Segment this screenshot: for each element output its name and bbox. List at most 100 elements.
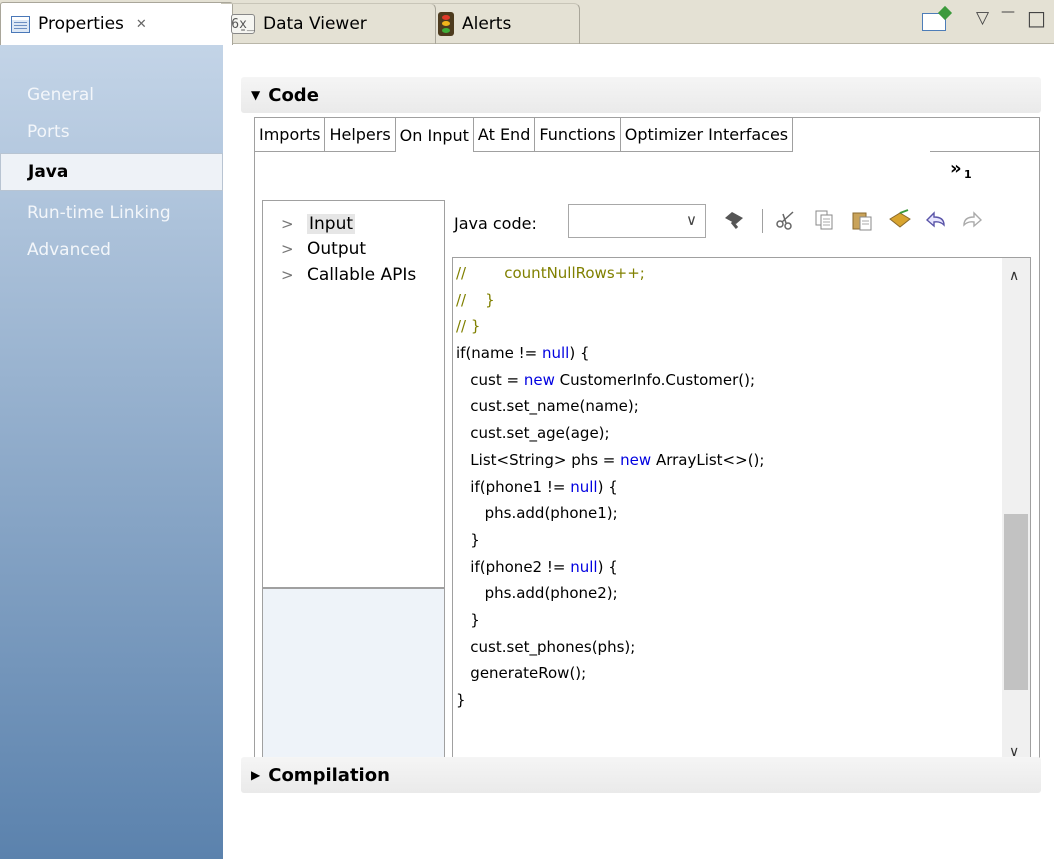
editor-toolbar [714,206,1024,236]
code-line: cust = new CustomerInfo.Customer(); [456,367,764,394]
tab-data-viewer[interactable]: 6̱x̲ Data Viewer [221,3,436,44]
code-token: ArrayList<>(); [651,450,765,469]
tree-item-label: Input [307,214,356,234]
code-line: } [456,527,764,554]
tab-helpers[interactable]: Helpers [325,118,396,152]
code-token: phs.add(phone1); [456,504,618,523]
tab-alerts-label: Alerts [462,14,512,34]
copy-icon[interactable] [812,208,836,232]
expand-arrow-icon[interactable]: > [281,240,299,258]
expand-icon[interactable]: ▶ [251,768,260,782]
redo-icon[interactable] [960,208,984,232]
sidebar-item-java[interactable]: Java [0,153,223,191]
code-token: new [620,450,652,469]
code-token: // } [456,317,481,336]
expand-arrow-icon[interactable]: > [281,266,299,284]
tab-properties[interactable]: Properties ✕ [0,2,233,45]
code-token: if(name != [456,344,542,363]
paste-icon[interactable] [850,208,874,232]
code-token: } [456,610,480,629]
java-code-editor[interactable]: // countNullRows++; // } // } if(name != nu… [452,257,1031,767]
code-line: if(phone2 != null) { [456,554,764,581]
tree-item-label: Callable APIs [307,265,417,285]
tab-alerts[interactable]: Alerts [428,3,580,44]
tree-item-output[interactable]: > Output [281,237,366,261]
code-line: phs.add(phone1); [456,500,764,527]
code-token: cust = [456,370,524,389]
view-tab-bar: Properties ✕ 6̱x̲ Data Viewer Alerts ▽ —… [0,0,1054,45]
cut-icon[interactable] [774,208,798,232]
scroll-up-icon[interactable]: ∧ [1009,268,1019,284]
code-token: } [456,530,480,549]
pin-view-icon[interactable] [922,13,946,31]
undo-icon[interactable] [924,208,948,232]
code-line: // } [456,287,764,314]
code-token: null [570,477,598,496]
traffic-light-icon [438,12,454,36]
code-section-title: Code [268,84,319,106]
collapse-icon[interactable]: ▼ [251,88,260,102]
sidebar-item-advanced[interactable]: Advanced [0,231,223,269]
code-line: // } [456,313,764,340]
code-line: // countNullRows++; [456,260,764,287]
data-viewer-icon: 6̱x̲ [231,14,255,34]
tree-item-input[interactable]: > Input [281,212,356,236]
properties-content: ▼ Code Imports Helpers On Input At End F… [223,45,1054,859]
java-code-select[interactable]: ∨ [568,204,706,238]
insert-template-icon[interactable] [888,208,912,232]
close-icon[interactable]: ✕ [136,17,147,32]
code-section-header[interactable]: ▼ Code [241,77,1041,113]
code-tabs: Imports Helpers On Input At End Function… [255,118,794,152]
sidebar-item-runtime-linking[interactable]: Run-time Linking [0,194,223,232]
maximize-icon[interactable]: □ [1027,6,1046,30]
code-token: ) { [597,477,618,496]
properties-sidebar: General Ports Java Run-time Linking Adva… [0,45,223,859]
scrollbar-thumb[interactable] [1004,514,1028,690]
code-line: List<String> phs = new ArrayList<>(); [456,447,764,474]
code-token: if(phone2 != [456,557,571,576]
code-line: if(name != null) { [456,340,764,367]
chevron-down-icon: ∨ [686,211,697,229]
code-token: null [541,344,570,363]
tab-properties-label: Properties [38,14,124,34]
overflow-count: 1 [964,168,972,181]
code-token: List<String> phs = [456,450,621,469]
code-token: ) { [597,557,618,576]
java-code-label: Java code: [454,214,537,233]
editor-scrollbar[interactable]: ∧ ∨ [1002,258,1030,766]
sidebar-item-general[interactable]: General [0,76,223,114]
tab-functions[interactable]: Functions [535,118,621,152]
minimize-icon[interactable]: — [1001,4,1015,20]
code-token: CustomerInfo.Customer(); [554,370,756,389]
tabs-divider [930,151,1040,152]
expand-arrow-icon[interactable]: > [281,215,299,233]
code-token: new [523,370,555,389]
tab-overflow-button[interactable]: » 1 [950,158,972,181]
code-token: } [456,691,466,709]
code-line: cust.set_age(age); [456,420,764,447]
code-token: cust.set_name(name); [456,397,639,416]
code-line: if(phone1 != null) { [456,474,764,501]
code-token: // } [456,290,495,309]
compilation-section-header[interactable]: ▶ Compilation [241,757,1041,793]
toolbar-separator [762,209,763,233]
tree-description-pane [263,587,444,759]
code-line: generateRow(); [456,660,764,687]
code-token: if(phone1 != [456,477,571,496]
tab-on-input[interactable]: On Input [395,118,474,152]
tree-item-label: Output [307,239,367,259]
code-line: cust.set_name(name); [456,393,764,420]
tab-at-end[interactable]: At End [473,118,536,152]
tab-optimizer-interfaces[interactable]: Optimizer Interfaces [620,118,794,152]
tab-imports[interactable]: Imports [255,118,326,152]
code-token: cust.set_phones(phs); [456,637,636,656]
code-token: generateRow(); [456,664,587,683]
tree-item-callable-apis[interactable]: > Callable APIs [281,263,416,287]
find-icon[interactable] [722,208,746,232]
sidebar-item-ports[interactable]: Ports [0,113,223,151]
api-tree: > Input > Output > Callable APIs [262,200,445,760]
code-panel: Imports Helpers On Input At End Function… [254,117,1040,775]
compilation-section-title: Compilation [268,764,390,786]
code-line: } [456,607,764,634]
view-menu-icon[interactable]: ▽ [976,8,989,28]
